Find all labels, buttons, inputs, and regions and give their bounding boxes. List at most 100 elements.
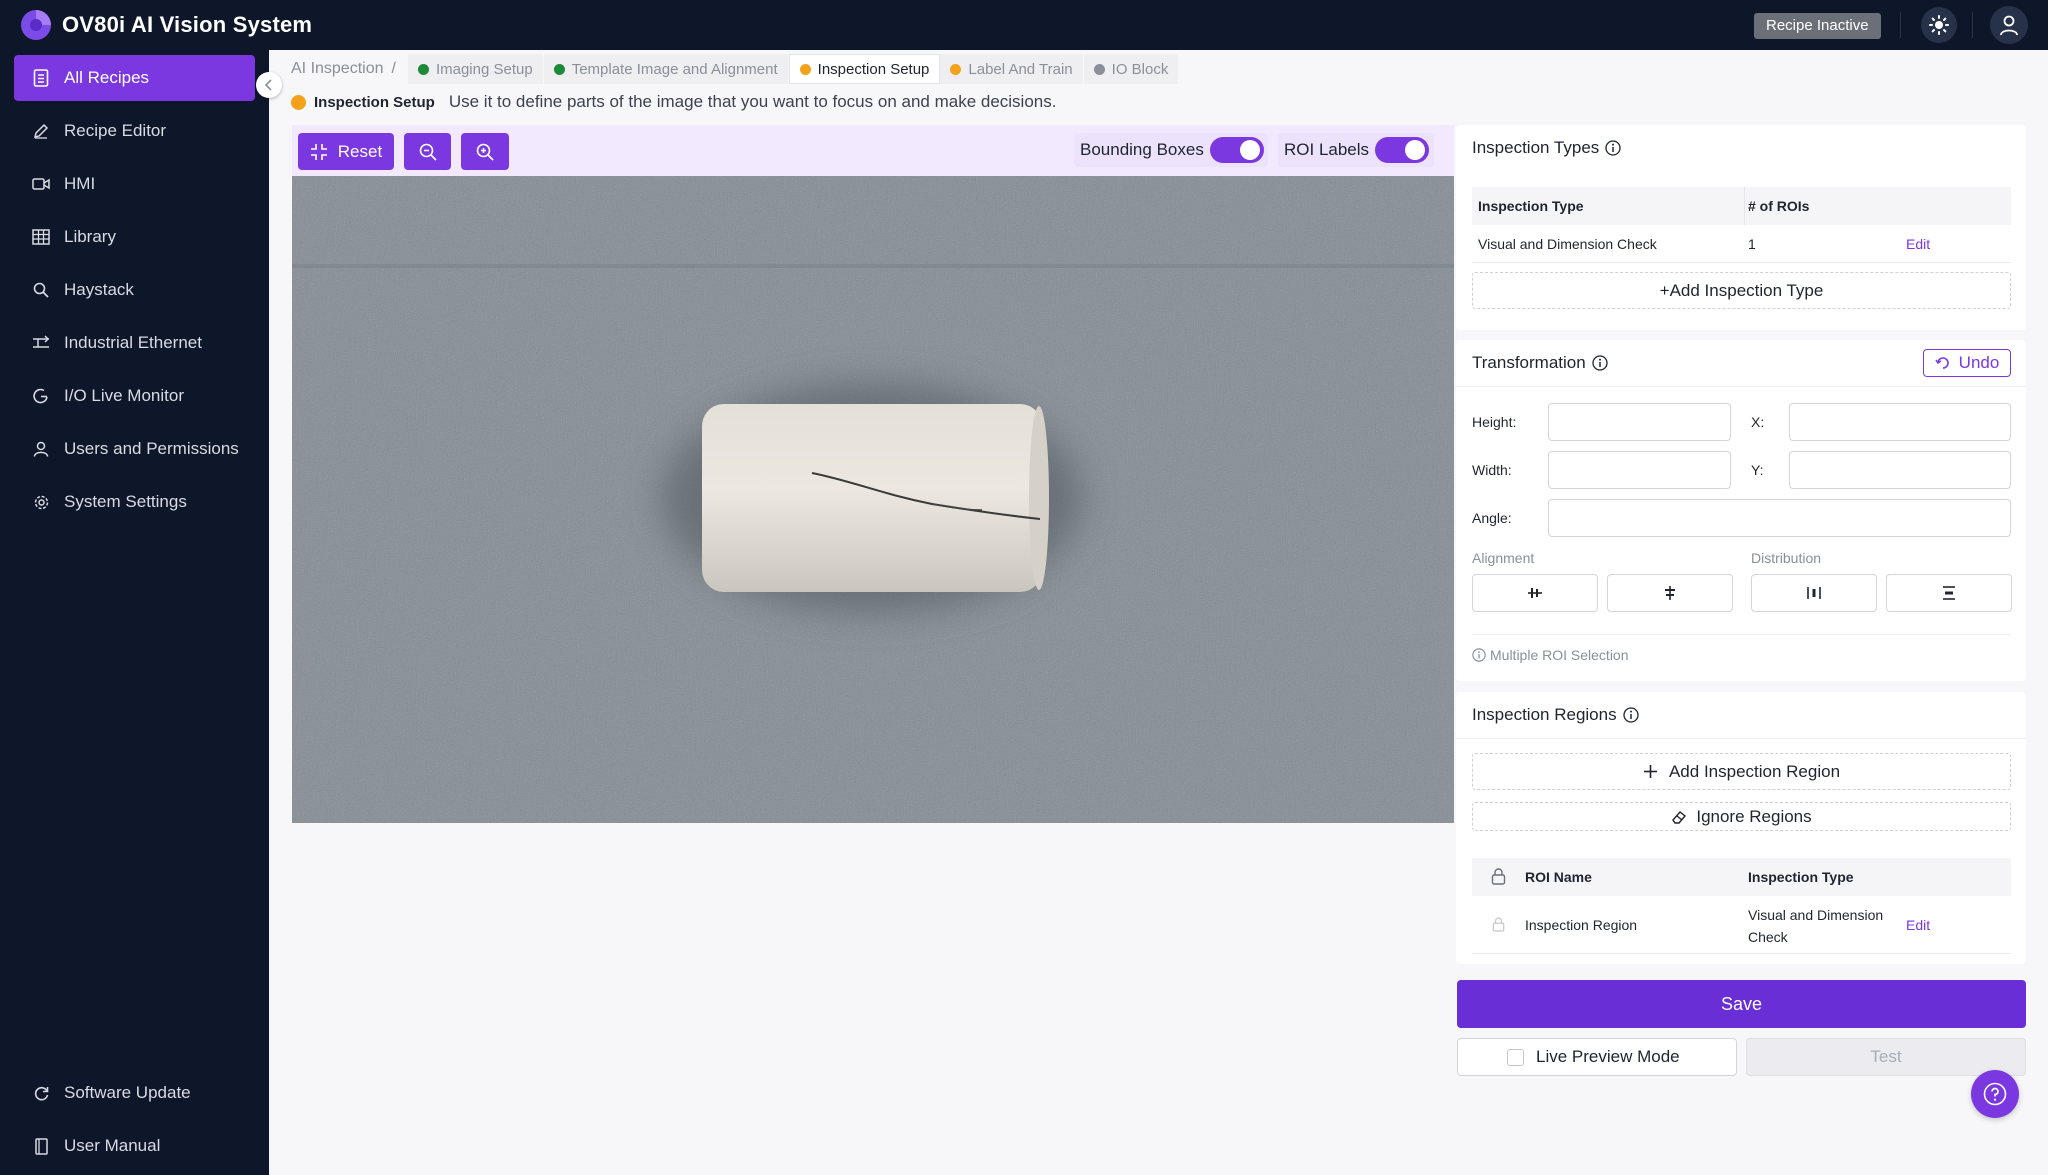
sidebar-item-user-manual[interactable]: User Manual	[14, 1123, 255, 1169]
bounding-boxes-toggle[interactable]	[1209, 137, 1264, 163]
gear-icon	[31, 492, 51, 512]
sidebar: All Recipes Recipe Editor HMI Library Ha…	[0, 50, 269, 1175]
distribute-vertical-icon	[1943, 586, 1955, 600]
sidebar-item-label: I/O Live Monitor	[64, 386, 184, 405]
sidebar-item-haystack[interactable]: Haystack	[14, 267, 255, 313]
theme-toggle-button[interactable]	[1921, 7, 1957, 43]
step-imaging-setup[interactable]: Imaging Setup	[407, 54, 544, 84]
inspection-regions-panel: Inspection Regions Add Inspection Region…	[1456, 692, 2026, 964]
multiple-roi-note: Multiple ROI Selection	[1472, 647, 1629, 663]
distribute-horizontal-button[interactable]	[1751, 574, 1877, 612]
add-inspection-region-button[interactable]: Add Inspection Region	[1472, 753, 2011, 790]
y-label: Y:	[1751, 462, 1764, 478]
sidebar-item-label: Industrial Ethernet	[64, 333, 202, 352]
sidebar-collapse-button[interactable]	[256, 72, 282, 98]
inspection-image-canvas[interactable]	[292, 176, 1454, 823]
reset-button[interactable]: Reset	[298, 133, 394, 170]
user-icon	[2000, 15, 2018, 36]
distribute-vertical-button[interactable]	[1886, 574, 2012, 612]
step-inspection-setup[interactable]: Inspection Setup	[788, 54, 941, 84]
sidebar-item-library[interactable]: Library	[14, 214, 255, 260]
align-horizontal-center-button[interactable]	[1472, 574, 1598, 612]
edit-roi-link[interactable]: Edit	[1906, 896, 1930, 954]
inspection-types-table-header: Inspection Type # of ROIs	[1472, 187, 2011, 225]
sidebar-item-label: Users and Permissions	[64, 439, 239, 458]
sidebar-item-system-settings[interactable]: System Settings	[14, 479, 255, 525]
user-icon	[31, 439, 51, 459]
sidebar-item-label: Recipe Editor	[64, 121, 167, 140]
width-input[interactable]	[1548, 451, 1731, 489]
zoom-in-button[interactable]	[461, 133, 509, 170]
info-icon[interactable]	[1605, 140, 1621, 156]
x-input[interactable]	[1789, 403, 2011, 441]
grid-table-icon	[31, 227, 51, 247]
live-preview-mode-checkbox[interactable]: Live Preview Mode	[1457, 1038, 1737, 1076]
status-dot-orange	[799, 63, 811, 75]
info-icon[interactable]	[1622, 707, 1639, 723]
undo-button[interactable]: Undo	[1923, 349, 2011, 377]
step-io-block[interactable]: IO Block	[1083, 54, 1180, 84]
save-button[interactable]: Save	[1457, 980, 2026, 1028]
sidebar-item-label: System Settings	[64, 492, 187, 511]
panel-title-text: Transformation	[1472, 353, 1586, 372]
inspection-type-name: Visual and Dimension Check	[1478, 236, 1657, 252]
angle-label: Angle:	[1472, 510, 1512, 526]
live-preview-label: Live Preview Mode	[1536, 1047, 1680, 1066]
eraser-icon	[1672, 811, 1687, 824]
lock-icon	[1491, 868, 1506, 885]
angle-input[interactable]	[1548, 499, 2011, 537]
y-input[interactable]	[1789, 451, 2011, 489]
user-account-button[interactable]	[1990, 6, 2028, 44]
sidebar-item-recipe-editor[interactable]: Recipe Editor	[14, 108, 255, 154]
roi-inspection-type-line: Visual and Dimension	[1748, 907, 1884, 923]
sidebar-item-label: User Manual	[64, 1136, 161, 1155]
sidebar-item-hmi[interactable]: HMI	[14, 161, 255, 207]
bounding-boxes-control: Bounding Boxes	[1074, 133, 1268, 167]
question-mark-icon	[1983, 1082, 2007, 1106]
table-row[interactable]: Inspection Region Visual and Dimension C…	[1472, 896, 2011, 954]
top-bar: OV80i AI Vision System Recipe Inactive	[0, 0, 2048, 50]
step-description-text: Use it to define parts of the image that…	[448, 92, 1057, 111]
plus-icon	[1643, 765, 1657, 778]
test-button[interactable]: Test	[1746, 1038, 2026, 1076]
network-icon	[31, 333, 51, 353]
ignore-regions-button[interactable]: Ignore Regions	[1472, 802, 2011, 831]
zoom-in-icon	[476, 143, 494, 161]
sidebar-item-io-live-monitor[interactable]: I/O Live Monitor	[14, 373, 255, 419]
app-title: OV80i AI Vision System	[62, 12, 313, 37]
step-label-and-train[interactable]: Label And Train	[940, 54, 1084, 84]
breadcrumb-root[interactable]: AI Inspection	[291, 60, 384, 78]
roi-name: Inspection Region	[1525, 917, 1638, 933]
sidebar-item-label: Library	[64, 227, 116, 246]
sidebar-item-users-and-permissions[interactable]: Users and Permissions	[14, 426, 255, 472]
sidebar-item-software-update[interactable]: Software Update	[14, 1070, 255, 1116]
add-inspection-type-button[interactable]: +Add Inspection Type	[1472, 272, 2011, 309]
book-icon	[31, 1136, 51, 1156]
part-image	[292, 176, 1454, 823]
info-icon	[1472, 648, 1486, 662]
search-icon	[31, 280, 51, 300]
sidebar-item-all-recipes[interactable]: All Recipes	[14, 55, 255, 101]
info-icon[interactable]	[1592, 355, 1608, 371]
align-vertical-center-button[interactable]	[1607, 574, 1733, 612]
breadcrumb-separator: /	[391, 60, 396, 77]
transformation-panel: Transformation Undo Height: X: Width: Y:…	[1456, 340, 2026, 681]
help-button[interactable]	[1971, 1070, 2019, 1118]
add-inspection-region-label: Add Inspection Region	[1668, 761, 1841, 781]
lock-icon[interactable]	[1492, 917, 1505, 932]
step-template-image-alignment[interactable]: Template Image and Alignment	[543, 54, 789, 84]
fit-screen-icon	[310, 143, 327, 160]
width-label: Width:	[1472, 462, 1512, 478]
edit-inspection-type-link[interactable]: Edit	[1906, 225, 1930, 263]
sidebar-item-label: All Recipes	[64, 68, 150, 87]
undo-label: Undo	[1958, 353, 2000, 372]
checkbox-box[interactable]	[1507, 1048, 1524, 1066]
sidebar-item-label: Haystack	[64, 280, 134, 299]
sidebar-item-industrial-ethernet[interactable]: Industrial Ethernet	[14, 320, 255, 366]
roi-inspection-type-line: Check	[1748, 929, 1788, 945]
refresh-icon	[31, 1083, 51, 1103]
zoom-out-button[interactable]	[404, 133, 451, 170]
height-input[interactable]	[1548, 403, 1731, 441]
logo-icon	[21, 10, 51, 40]
roi-labels-toggle[interactable]	[1375, 137, 1430, 163]
